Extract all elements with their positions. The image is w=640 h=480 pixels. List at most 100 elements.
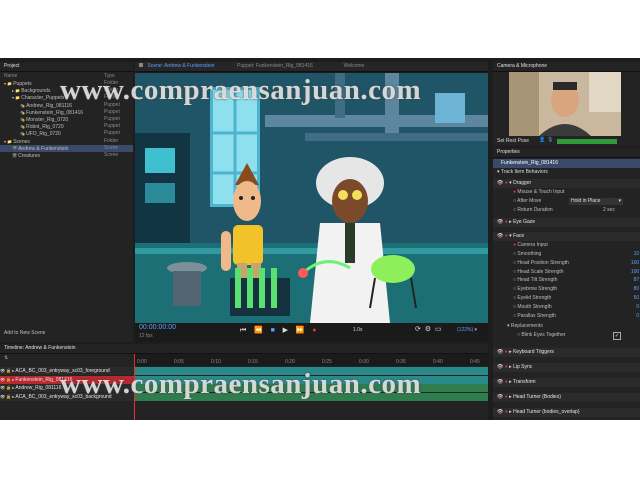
- timecode-display[interactable]: 00:00:00:00: [139, 324, 176, 331]
- face-param-row: ○ Eyelid Strength50 %: [493, 294, 640, 303]
- track-header[interactable]: 👁 🔒 ▸ Andrew_Rig_081116: [0, 384, 134, 392]
- time-ruler[interactable]: 0:00 0:05 0:10 0:15 0:20 0:25 0:30 0:35 0:40 0:45: [135, 354, 488, 366]
- project-item[interactable]: 🎭 Andrew_Rig_081116 Puppet: [0, 102, 133, 109]
- column-name-header[interactable]: Name: [4, 73, 17, 80]
- project-item-name: Robot_Rig_0720: [26, 124, 64, 131]
- scene-canvas[interactable]: [135, 73, 488, 323]
- head-turner-overlap-behavior[interactable]: 👁 ● ▸ Head Turner (bodies_overlap): [493, 408, 640, 417]
- project-item[interactable]: 🎭 Funkenstein_Rig_081416 Puppet: [0, 109, 133, 116]
- head-turner-behavior[interactable]: 👁 ● ▸ Head Turner (Bodies): [493, 393, 640, 402]
- tab-welcome[interactable]: Welcome: [344, 63, 365, 69]
- step-back-icon[interactable]: ⏪: [254, 327, 263, 334]
- track-visibility-icon[interactable]: 👁 🔒 ▸: [0, 385, 15, 390]
- project-item[interactable]: ▾ 📁 Character_Puppets Folder: [0, 94, 133, 101]
- face-param-value[interactable]: 0 %: [636, 303, 640, 312]
- microphone-icon[interactable]: 🎙: [547, 137, 553, 143]
- face-param-value[interactable]: 0 %: [636, 312, 640, 321]
- face-param-row: ○ Eyebrow Strength80 %: [493, 285, 640, 294]
- go-to-start-icon[interactable]: ⏮: [240, 327, 246, 334]
- face-param-value[interactable]: 100 %: [631, 259, 640, 268]
- face-param-row: ○ Smoothing10 %: [493, 250, 640, 259]
- column-type-header[interactable]: Type: [104, 73, 115, 80]
- after-move-dropdown[interactable]: Hold in Place ▾: [569, 198, 623, 205]
- lip-sync-behavior[interactable]: 👁 ● ▸ Lip Sync: [493, 363, 640, 372]
- project-item[interactable]: 🎭 Monster_Rig_0720 Puppet: [0, 116, 133, 123]
- funkenstein-character: [310, 157, 390, 323]
- face-param-label: Eyelid Strength: [517, 295, 552, 301]
- track-header[interactable]: 👁 🔒 ▸ Funkenstein_Rig_081416: [0, 375, 134, 384]
- face-param-value[interactable]: 50 %: [634, 294, 640, 303]
- replacements-row[interactable]: ▾ Replacements: [493, 322, 640, 331]
- face-param-value[interactable]: 80 %: [634, 285, 640, 294]
- project-item-name: Funkenstein_Rig_081416: [26, 109, 84, 116]
- track-visibility-icon[interactable]: 👁 🔒 ▸: [0, 394, 15, 399]
- stop-icon[interactable]: ■: [271, 327, 275, 334]
- ruler-tick-label: 0:05: [174, 359, 184, 365]
- ruler-tick-label: 0:35: [396, 359, 406, 365]
- face-param-row: ○ Head Scale Strength100 %: [493, 268, 640, 277]
- track-bar[interactable]: [135, 375, 488, 384]
- camera-view-icon[interactable]: ▭: [435, 326, 442, 333]
- scene-panel: Scene: Andrew & Funkenstein Puppet: Funk…: [135, 62, 488, 342]
- track-visibility-icon[interactable]: 👁 🔒 ▸: [0, 368, 15, 373]
- track-header[interactable]: 👁 🔒 ▸ ACA_BC_003_entryway_sc03_foregroun…: [0, 367, 134, 375]
- face-param-value[interactable]: 100 %: [631, 268, 640, 277]
- return-duration-value[interactable]: 2 sec: [603, 206, 615, 215]
- scene-tab-icon: [139, 63, 143, 67]
- track-bar[interactable]: [135, 392, 488, 401]
- project-item[interactable]: 🎭 Robot_Rig_0720 Puppet: [0, 123, 133, 130]
- track-item-behaviors-header[interactable]: ▾ Track Item Behaviors: [493, 168, 640, 177]
- blink-eyes-checkbox[interactable]: ✓: [613, 332, 621, 340]
- track-header[interactable]: 👁 🔒 ▸ ACA_BC_003_entryway_sc03_backgroun…: [0, 392, 134, 401]
- project-item-type: Folder: [104, 87, 119, 94]
- audio-level-meter: [557, 139, 617, 144]
- mouse-touch-input: ● Mouse & Touch Input: [513, 189, 565, 195]
- ruler-tick-label: 0:25: [322, 359, 332, 365]
- keyboard-triggers-behavior[interactable]: 👁 ● ▸ Keyboard Triggers: [493, 348, 640, 357]
- playback-speed[interactable]: 1.0x: [353, 327, 362, 333]
- project-item[interactable]: 🎭 UFO_Rig_0720 Puppet: [0, 130, 133, 137]
- face-param-label: Parallax Strength: [517, 312, 556, 319]
- record-icon[interactable]: ●: [312, 327, 316, 334]
- project-item-type: Puppet: [104, 123, 120, 130]
- face-param-value[interactable]: 10 %: [634, 250, 640, 259]
- add-to-new-scene-button[interactable]: Add to New Scene: [4, 330, 45, 337]
- track-bar[interactable]: [135, 367, 488, 375]
- timeline-options-icon[interactable]: ⇅: [4, 355, 8, 361]
- step-forward-icon[interactable]: ⏩: [296, 327, 305, 334]
- project-item-name: Puppets: [13, 81, 32, 87]
- camera-input-row: ● Camera Input: [513, 242, 548, 248]
- settings-icon[interactable]: ⚙: [425, 326, 431, 333]
- face-param-label: Eyebrow Strength: [517, 286, 558, 293]
- camera-toggle-icon[interactable]: 👤: [539, 137, 545, 143]
- set-rest-pose-button[interactable]: Set Rest Pose: [497, 138, 529, 144]
- project-item-name: UFO_Rig_0720: [26, 131, 61, 138]
- folder-icon: ▸ 📁: [12, 88, 22, 94]
- properties-panel-title: Properties: [493, 148, 640, 158]
- project-item[interactable]: 🎬 Andrew & Funkenstein Scene: [0, 144, 133, 152]
- project-item[interactable]: ▾ 📁 Puppets Folder: [0, 80, 133, 87]
- face-behavior[interactable]: 👁 ● ▾ Face: [493, 232, 640, 241]
- play-icon[interactable]: ▶: [283, 327, 288, 334]
- lab-machine-left: [135, 133, 190, 243]
- return-duration-row: ○ Return Duration: [513, 207, 553, 213]
- project-item-name: Scenes: [13, 138, 30, 145]
- project-item[interactable]: 🎬 Creatures Scene: [0, 152, 133, 159]
- ruler-tick-label: 0:45: [470, 359, 480, 365]
- project-item[interactable]: ▾ 📁 Scenes Folder: [0, 138, 133, 145]
- puppet-name-row[interactable]: Funkenstein_Rig_081416: [493, 159, 640, 168]
- face-param-value[interactable]: 87 %: [634, 276, 640, 285]
- ruler-tick-label: 0:10: [211, 359, 221, 365]
- eye-gaze-behavior[interactable]: 👁 ● ▸ Eye Gaze: [493, 218, 640, 227]
- tab-puppet[interactable]: Puppet: Funkenstein_Rig_081416: [237, 63, 313, 69]
- ruler-tick-label: 0:30: [359, 359, 369, 365]
- track-bar[interactable]: [135, 384, 488, 392]
- project-item[interactable]: ▸ 📁 Backgrounds Folder: [0, 87, 133, 94]
- track-visibility-icon[interactable]: 👁 🔒 ▸: [0, 377, 15, 382]
- tab-scene[interactable]: Scene: Andrew & Funkenstein: [147, 63, 214, 69]
- zoom-level[interactable]: (122%) ▾: [457, 327, 477, 333]
- loop-icon[interactable]: ⟳: [415, 326, 421, 333]
- properties-panel: Properties Funkenstein_Rig_081416 ▾ Trac…: [493, 148, 640, 420]
- dragger-behavior[interactable]: 👁 ● ▾ Dragger: [493, 179, 640, 188]
- transform-behavior[interactable]: 👁 ● ▸ Transform: [493, 378, 640, 387]
